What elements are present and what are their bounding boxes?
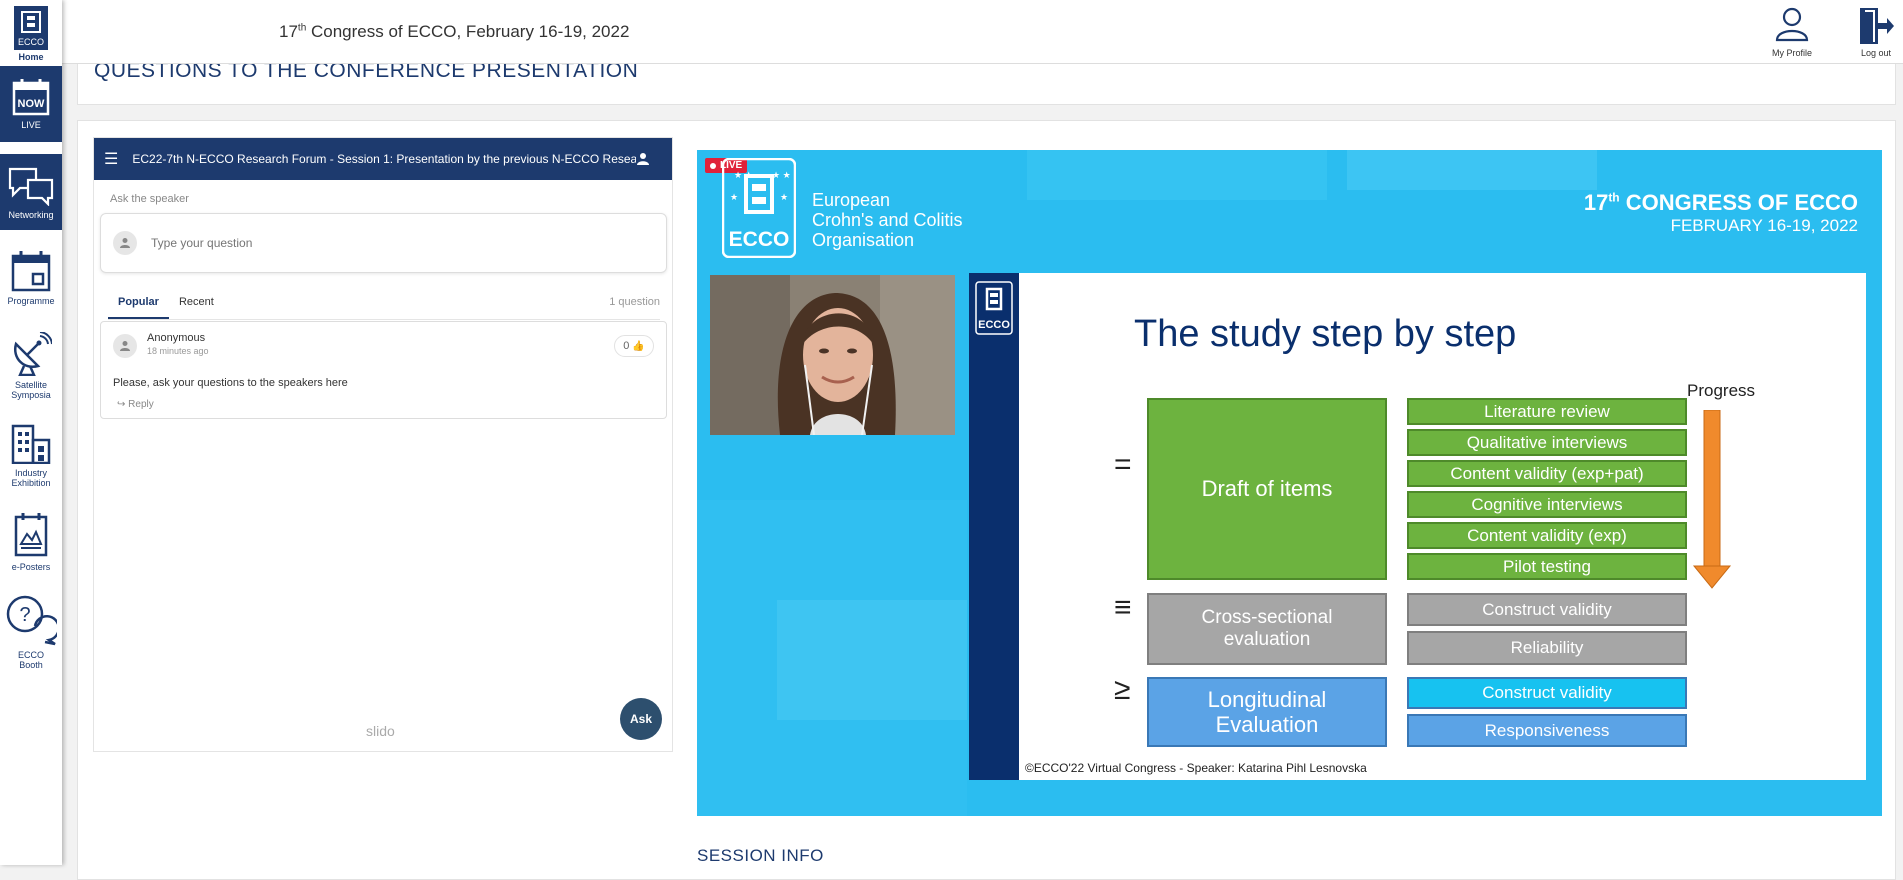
chat-bubbles-icon — [8, 167, 54, 206]
sidebar-item-ecco-booth[interactable]: ? ECCO Booth — [0, 594, 62, 670]
sidebar: ECCO Home NOW LIVE Networking Programme … — [0, 0, 62, 865]
sidebar-item-e-posters[interactable]: e-Posters — [0, 512, 62, 572]
reply-button[interactable]: ↪ Reply — [117, 399, 154, 410]
slide-footer: ©ECCO'22 Virtual Congress - Speaker: Kat… — [1025, 761, 1367, 775]
tab-popular[interactable]: Popular — [108, 290, 169, 319]
speaker-portrait-image — [710, 275, 955, 435]
phase-box: Cross-sectional evaluation — [1147, 593, 1387, 665]
phase-symbol: ≥ — [1114, 673, 1131, 706]
step-box: Content validity (exp) — [1407, 522, 1687, 549]
svg-text:ECCO: ECCO — [978, 319, 1010, 331]
svg-text:?: ? — [19, 604, 30, 626]
congress-title: 17th Congress of ECCO, February 16-19, 2… — [279, 22, 630, 41]
step-box: Content validity (exp+pat) — [1407, 460, 1687, 487]
svg-text:ECCO: ECCO — [18, 37, 44, 47]
sidebar-item-home[interactable]: ECCO Home — [0, 6, 62, 62]
step-box: Literature review — [1407, 398, 1687, 425]
avatar — [113, 231, 137, 255]
phase-box: Draft of items — [1147, 398, 1387, 580]
ask-button[interactable]: Ask — [620, 698, 662, 740]
step-box: Construct validity — [1407, 677, 1687, 709]
progress-arrow — [1692, 410, 1732, 589]
svg-text:★: ★ — [730, 192, 738, 202]
svg-text:ECCO: ECCO — [729, 228, 790, 251]
congress-banner: 17th CONGRESS OF ECCO FEBRUARY 16-19, 20… — [1583, 190, 1858, 235]
ask-speaker-label: Ask the speaker — [110, 193, 189, 205]
question-card: Anonymous 18 minutes ago 0 👍 Please, ask… — [100, 321, 667, 419]
user-icon[interactable] — [636, 152, 650, 166]
help-bubble-icon: ? — [6, 595, 57, 646]
session-title: EC22-7th N-ECCO Research Forum - Session… — [132, 152, 636, 166]
session-info-heading: SESSION INFO — [697, 846, 824, 865]
sidebar-item-satellite-symposia[interactable]: Satellite Symposia — [0, 332, 62, 400]
phase-box: Longitudinal Evaluation — [1147, 677, 1387, 747]
question-text: Please, ask your questions to the speake… — [113, 377, 348, 389]
question-count: 1 question — [609, 296, 660, 308]
slido-header: ☰ EC22-7th N-ECCO Research Forum - Sessi… — [94, 138, 672, 180]
logout-icon — [1860, 8, 1894, 44]
slide-title: The study step by step — [1134, 313, 1517, 355]
user-icon — [120, 341, 130, 351]
top-header: 17th Congress of ECCO, February 16-19, 2… — [0, 0, 1903, 64]
user-icon — [120, 238, 130, 248]
svg-text:★ ★: ★ ★ — [734, 170, 753, 180]
progress-label: Progress — [1687, 381, 1756, 400]
sidebar-item-live[interactable]: NOW LIVE — [0, 66, 62, 142]
thumbs-up-icon: 👍 — [632, 340, 645, 352]
user-icon — [1775, 7, 1809, 42]
video-player[interactable]: LIVE ★ ★ ★ ★ ★ ★ ECCO European Crohn's a… — [697, 150, 1882, 816]
step-box: Responsiveness — [1407, 714, 1687, 747]
sidebar-item-programme[interactable]: Programme — [0, 250, 62, 306]
svg-text:★: ★ — [780, 192, 788, 202]
svg-text:NOW: NOW — [18, 98, 46, 110]
ecco-logo-icon: ECCO — [975, 281, 1013, 335]
question-tabs: Popular Recent 1 question — [108, 290, 660, 320]
step-box: Cognitive interviews — [1407, 491, 1687, 518]
organisation-name: European Crohn's and Colitis Organisatio… — [812, 190, 963, 250]
calendar-icon — [11, 251, 51, 292]
my-profile-button[interactable]: My Profile — [1772, 6, 1812, 58]
question-time: 18 minutes ago — [147, 346, 209, 356]
step-box: Qualitative interviews — [1407, 429, 1687, 456]
reply-arrow-icon: ↪ — [117, 399, 126, 410]
sidebar-item-networking[interactable]: Networking — [0, 154, 62, 230]
phase-symbol: = — [1114, 448, 1132, 481]
hamburger-menu-icon[interactable]: ☰ — [104, 149, 118, 169]
calendar-now-icon: NOW — [12, 79, 50, 116]
tab-recent[interactable]: Recent — [169, 290, 224, 319]
satellite-dish-icon — [13, 332, 52, 376]
like-button[interactable]: 0 👍 — [614, 335, 654, 357]
buildings-icon — [11, 424, 51, 464]
avatar — [113, 334, 137, 358]
slido-brand: slido — [366, 723, 395, 739]
question-author: Anonymous — [147, 332, 206, 344]
ecco-logo-icon: ECCO — [14, 6, 48, 50]
logout-button[interactable]: Log out — [1857, 6, 1895, 58]
poster-icon — [14, 513, 48, 557]
presentation-slide: ECCO The study step by step Progress = D… — [969, 273, 1866, 780]
slide-side-bar — [969, 273, 1019, 780]
step-box: Construct validity — [1407, 593, 1687, 626]
question-input[interactable] — [151, 236, 631, 250]
svg-text:★ ★: ★ ★ — [772, 170, 791, 180]
speaker-webcam — [710, 275, 955, 435]
ecco-logo-icon: ★ ★ ★ ★ ★ ★ ECCO — [722, 158, 796, 258]
step-box: Reliability — [1407, 631, 1687, 665]
step-box: Pilot testing — [1407, 553, 1687, 580]
phase-symbol: ≡ — [1114, 591, 1132, 624]
slido-widget: ☰ EC22-7th N-ECCO Research Forum - Sessi… — [93, 137, 673, 752]
sidebar-item-industry-exhibition[interactable]: Industry Exhibition — [0, 424, 62, 488]
question-input-box[interactable] — [100, 213, 667, 273]
